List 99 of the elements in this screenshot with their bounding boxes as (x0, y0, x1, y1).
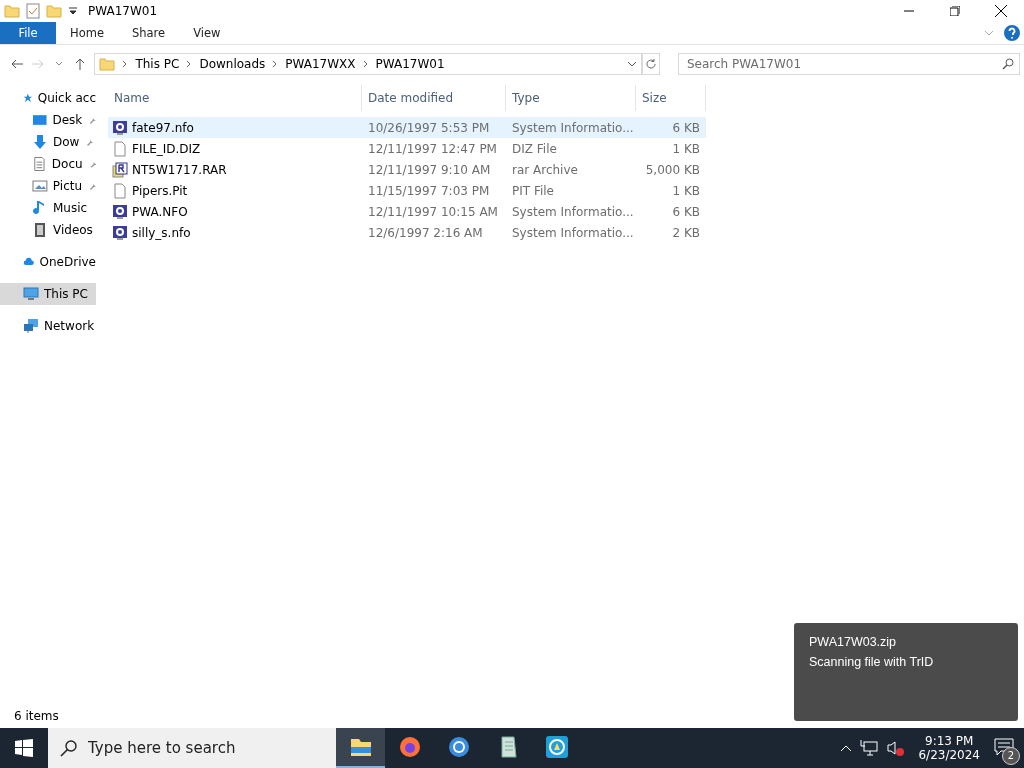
file-name: fate97.nfo (132, 120, 195, 135)
file-row[interactable]: Pipers.Pit 11/15/1997 7:03 PM PIT File 1 KB (108, 180, 706, 201)
windows-icon[interactable] (15, 739, 33, 757)
date-cell-text: 12/11/1997 9:10 AM (367, 162, 492, 177)
blank-file-icon (112, 182, 128, 199)
type-cell-text: System Informatio... (511, 225, 635, 240)
close-icon[interactable] (995, 5, 1007, 17)
column-header[interactable]: Name (108, 85, 362, 111)
desktop-icon (32, 112, 48, 128)
notification-toast[interactable]: PWA17W03.zip Scanning file with TrID (794, 623, 1018, 721)
chevron-down-icon[interactable] (627, 61, 638, 67)
size-cell-text: 5,000 KB (644, 162, 701, 177)
nav-item[interactable]: Network (0, 315, 96, 337)
size-cell-text: 1 KB (671, 183, 701, 198)
date-cell-text: 12/11/1997 10:15 AM (367, 204, 499, 219)
nav-item[interactable]: Videos (0, 219, 96, 241)
item-count: 6 items (14, 709, 59, 723)
nav-item[interactable]: Desk (0, 109, 96, 131)
app-icon (544, 735, 569, 759)
file-row[interactable]: PWA.NFO 12/11/1997 10:15 AM System Informatio... 6 KB (108, 201, 706, 222)
address-bar[interactable]: This PC Downloads PWA17WXX PWA17W01 (94, 53, 643, 75)
breadcrumb[interactable]: This PC (135, 57, 180, 71)
breadcrumb[interactable]: PWA17WXX (285, 57, 356, 71)
type-cell-text: PIT File (511, 183, 555, 198)
size-cell-text: 2 KB (671, 225, 701, 240)
clock[interactable]: 9:13 PM 6/23/2024 (918, 734, 980, 762)
size-cell-text: 6 KB (671, 204, 701, 219)
search-icon (1002, 58, 1014, 70)
new-folder-icon (46, 4, 62, 18)
file-row[interactable]: fate97.nfo 10/26/1997 5:53 PM System Informatio... 6 KB (108, 117, 706, 138)
search-icon (60, 739, 78, 757)
size-cell-text: 1 KB (671, 141, 701, 156)
up-arrow-icon[interactable] (73, 57, 86, 71)
info-file-icon (112, 203, 128, 220)
type-cell-text: rar Archive (511, 162, 579, 177)
column-header[interactable]: Date modified (362, 85, 506, 111)
date-cell-text: 11/15/1997 7:03 PM (367, 183, 491, 198)
picture-icon (32, 178, 48, 194)
help-icon[interactable] (1004, 25, 1020, 41)
fox-globe-icon (397, 735, 422, 759)
toast-message: Scanning file with TrID (809, 655, 935, 669)
column-header[interactable]: Size (636, 85, 706, 111)
info-file-icon (112, 224, 128, 241)
toast-title: PWA17W03.zip (809, 635, 898, 649)
nav-item[interactable]: OneDrive (0, 251, 96, 273)
nav-item[interactable]: Quick acc (0, 87, 96, 109)
file-name: Pipers.Pit (132, 183, 189, 198)
ribbon-tab[interactable]: File (0, 22, 56, 44)
network-icon[interactable] (860, 740, 879, 756)
ribbon-tab[interactable]: Home (56, 22, 118, 44)
date-cell-text: 12/6/1997 2:16 AM (367, 225, 484, 240)
nav-item[interactable]: Music (0, 197, 96, 219)
nav-item[interactable]: Docu (0, 153, 96, 175)
download-icon (32, 134, 48, 150)
muted-speaker-icon[interactable] (886, 740, 905, 756)
properties-icon[interactable] (26, 3, 40, 19)
globe-icon (446, 735, 471, 759)
type-cell-text: System Informatio... (511, 204, 635, 219)
file-name: FILE_ID.DIZ (132, 141, 202, 156)
film-icon (32, 222, 48, 238)
refresh-icon (645, 58, 658, 70)
network-icon (23, 318, 39, 334)
document-icon (32, 156, 47, 172)
breadcrumb[interactable]: Downloads (199, 57, 266, 71)
computer-icon (23, 286, 39, 302)
notification-count: 2 (1002, 746, 1020, 765)
date-cell-text: 10/26/1997 5:53 PM (367, 120, 491, 135)
file-row[interactable]: FILE_ID.DIZ 12/11/1997 12:47 PM DIZ File 1 KB (108, 138, 706, 159)
nav-item[interactable]: Dow (0, 131, 96, 153)
type-cell-text: System Informatio... (511, 120, 635, 135)
column-header[interactable]: Type (506, 85, 636, 111)
window-title: PWA17W01 (88, 4, 158, 18)
chevron-up-icon[interactable] (840, 744, 853, 752)
chevron-right-icon (361, 60, 370, 68)
ribbon-tab[interactable]: Share (117, 22, 180, 44)
taskbar-app[interactable] (336, 728, 385, 768)
file-row[interactable]: NT5W1717.RAR 12/11/1997 9:10 AM rar Archive 5,000 KB (108, 159, 706, 180)
back-arrow-icon[interactable] (9, 58, 24, 70)
folder-icon (99, 57, 116, 71)
taskbar-search-field[interactable]: Type here to search (48, 728, 336, 768)
info-file-icon (112, 119, 128, 136)
file-name: silly_s.nfo (132, 225, 192, 240)
size-cell-text: 6 KB (671, 120, 701, 135)
nav-item[interactable]: This PC (0, 283, 96, 305)
folder-icon (4, 4, 20, 18)
breadcrumb[interactable]: PWA17W01 (375, 57, 445, 71)
dropdown-icon[interactable] (68, 6, 78, 16)
file-name: PWA.NFO (132, 204, 189, 219)
ribbon-tab[interactable]: View (179, 22, 235, 44)
search-field[interactable]: Search PWA17W01 (678, 53, 1020, 75)
restore-icon[interactable] (950, 6, 960, 16)
file-name: NT5W1717.RAR (132, 162, 228, 177)
date-cell-text: 12/11/1997 12:47 PM (367, 141, 498, 156)
blank-file-icon (112, 140, 128, 157)
archive-file-icon (112, 161, 128, 178)
nav-item[interactable]: Pictu (0, 175, 96, 197)
type-cell-text: DIZ File (511, 141, 558, 156)
file-row[interactable]: silly_s.nfo 12/6/1997 2:16 AM System Informatio... 2 KB (108, 222, 706, 243)
chevron-down-icon[interactable] (54, 61, 63, 67)
